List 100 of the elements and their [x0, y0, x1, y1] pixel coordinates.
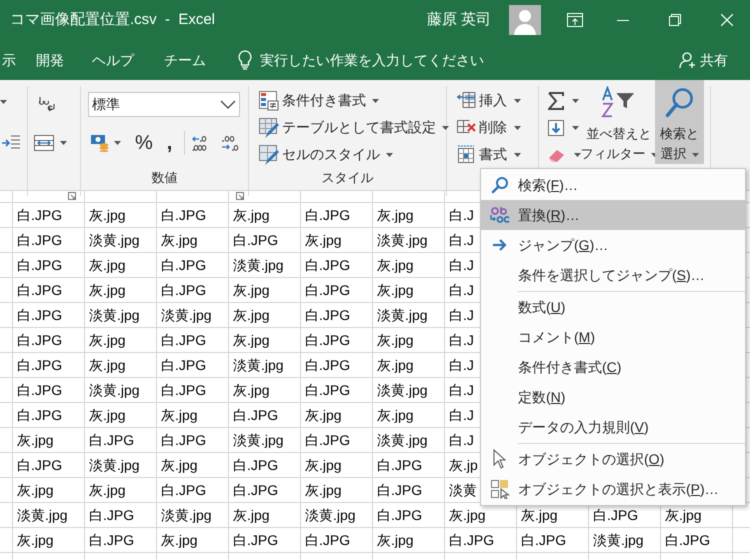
- table-cell: 白.JPG: [301, 203, 373, 227]
- ribbon-tab[interactable]: チーム: [162, 45, 208, 75]
- clear-button[interactable]: [548, 148, 581, 162]
- decrease-decimal-icon[interactable]: [220, 135, 240, 151]
- table-cell: 白.JPG: [301, 303, 373, 327]
- autosum-button[interactable]: [548, 92, 579, 110]
- dialog-launcher-icon[interactable]: [68, 192, 76, 200]
- lightbulb-icon: [238, 50, 252, 70]
- find-select-button[interactable]: 検索と選択: [655, 80, 704, 164]
- restore-icon[interactable]: [669, 14, 681, 26]
- table-cell: 灰.jpg: [157, 453, 229, 477]
- table-cell: 白.JPG: [157, 253, 229, 277]
- table-cell: 白.JPG: [13, 303, 85, 327]
- ribbon-tab[interactable]: ヘルプ: [90, 45, 136, 75]
- table-cell: 灰.jpg: [373, 278, 445, 302]
- table-cell: 淡黄.jpg: [373, 303, 445, 327]
- caret-icon: [386, 152, 393, 156]
- styles-menu-button[interactable]: セルのスタイル: [259, 144, 393, 165]
- table-cell: 白.JPG: [85, 428, 157, 452]
- table-cell: 白.JPG: [157, 278, 229, 302]
- caret-icon[interactable]: [0, 100, 7, 104]
- table-cell: 淡黄.jpg: [373, 378, 445, 402]
- table-cell: 白.JPG: [157, 328, 229, 352]
- table-cell: 白.JPG: [661, 528, 733, 552]
- person-icon: [679, 51, 697, 69]
- table-cell: 灰.jpg: [85, 253, 157, 277]
- sum-icon: [548, 92, 564, 110]
- table-cell: 白.JPG: [13, 253, 85, 277]
- styles-menu-button[interactable]: テーブルとして書式設定: [259, 117, 449, 138]
- table-cell: 白.JPG: [229, 478, 301, 502]
- close-icon[interactable]: [721, 14, 733, 26]
- increase-indent-icon[interactable]: [2, 135, 20, 151]
- table-cell: 灰.jpg: [301, 453, 373, 477]
- ribbon-tab[interactable]: 開発: [34, 45, 66, 75]
- caret-icon: [514, 126, 521, 130]
- fill-button[interactable]: [548, 120, 579, 136]
- percent-style-button[interactable]: %: [135, 133, 153, 153]
- table-cell: 淡黄.jpg: [373, 228, 445, 252]
- cells-menu-button[interactable]: 挿入: [457, 90, 521, 111]
- caret-icon: [574, 153, 581, 157]
- table-cell: 白.JPG: [301, 353, 373, 377]
- caret-icon: [514, 98, 521, 102]
- accounting-format-button[interactable]: [91, 134, 121, 152]
- menu-item[interactable]: 置換(R)…: [481, 200, 745, 230]
- ribbon-display-icon[interactable]: [567, 13, 583, 27]
- format-cells-icon: [457, 145, 476, 164]
- table-cell: 淡黄.jpg: [229, 428, 301, 452]
- ribbon-tab[interactable]: 示: [0, 45, 18, 75]
- cell-style-icon: [259, 144, 279, 164]
- table-cell: 淡黄.jpg: [157, 503, 229, 527]
- search-icon: [490, 176, 508, 194]
- table-cell: 淡黄.jpg: [85, 228, 157, 252]
- table-cell: 灰.jpg: [85, 203, 157, 227]
- group-label: 数値: [150, 169, 178, 187]
- table-cell: 淡黄.jpg: [85, 378, 157, 402]
- tell-me-field[interactable]: 実行したい作業を入力してください: [260, 50, 520, 70]
- window-title: コマ画像配置位置.csv - Excel: [10, 10, 216, 30]
- share-button[interactable]: 共有: [679, 50, 728, 70]
- table-cell: 灰.jpg: [373, 403, 445, 427]
- table-cell: 灰.jpg: [229, 378, 301, 402]
- table-cell: 白.JPG: [373, 503, 445, 527]
- sort-filter-button[interactable]: 並べ替えとフィルター: [583, 80, 655, 164]
- table-cell: 灰.jpg: [301, 403, 373, 427]
- user-name: 藤原 英司: [426, 10, 491, 30]
- table-cell: 灰.jpg: [229, 203, 301, 227]
- table-cell: 灰.jpg: [373, 203, 445, 227]
- styles-menu-button[interactable]: 条件付き書式: [259, 90, 379, 111]
- menu-item[interactable]: 検索(F)…: [481, 170, 745, 200]
- table-cell: 白.JPG: [229, 228, 301, 252]
- table-cell: 灰.jpg: [229, 328, 301, 352]
- caret-icon: [572, 99, 579, 103]
- table-cell: 灰.jpg: [229, 303, 301, 327]
- table-cell: 白.JPG: [229, 528, 301, 552]
- table-cell: 白.JPG: [373, 453, 445, 477]
- caret-icon: [60, 141, 67, 145]
- table-cell: 白.JPG: [229, 403, 301, 427]
- caret-icon: [692, 152, 698, 157]
- number-format-dropdown[interactable]: 標準: [88, 92, 240, 117]
- table-cell: 白.JPG: [157, 378, 229, 402]
- table-cell: 白.JPG: [517, 528, 589, 552]
- table-cell: 灰.jpg: [373, 253, 445, 277]
- table-cell: 灰.jpg: [13, 428, 85, 452]
- dialog-launcher-icon[interactable]: [236, 192, 244, 200]
- table-cell: 灰.jpg: [85, 478, 157, 502]
- table-cell: 白.JPG: [13, 278, 85, 302]
- table-cell: 白.JPG: [13, 203, 85, 227]
- merge-cells-button[interactable]: [34, 135, 67, 151]
- table-cell: 白.JPG: [157, 478, 229, 502]
- table-cell: 灰.jpg: [301, 228, 373, 252]
- table-cell: 灰.jpg: [85, 278, 157, 302]
- comma-style-button[interactable]: ,: [166, 133, 172, 153]
- table-cell: 淡黄.jpg: [373, 428, 445, 452]
- table-cell: 灰.jpg: [301, 478, 373, 502]
- eraser-icon: [548, 148, 566, 162]
- table-cell: 灰.jpg: [157, 228, 229, 252]
- wrap-text-icon[interactable]: [38, 96, 56, 113]
- cells-menu-button[interactable]: 書式: [457, 144, 521, 165]
- cells-menu-button[interactable]: 削除: [457, 117, 521, 138]
- table-cell: 白.JPG: [13, 453, 85, 477]
- table-cell: 灰.jpg: [373, 353, 445, 377]
